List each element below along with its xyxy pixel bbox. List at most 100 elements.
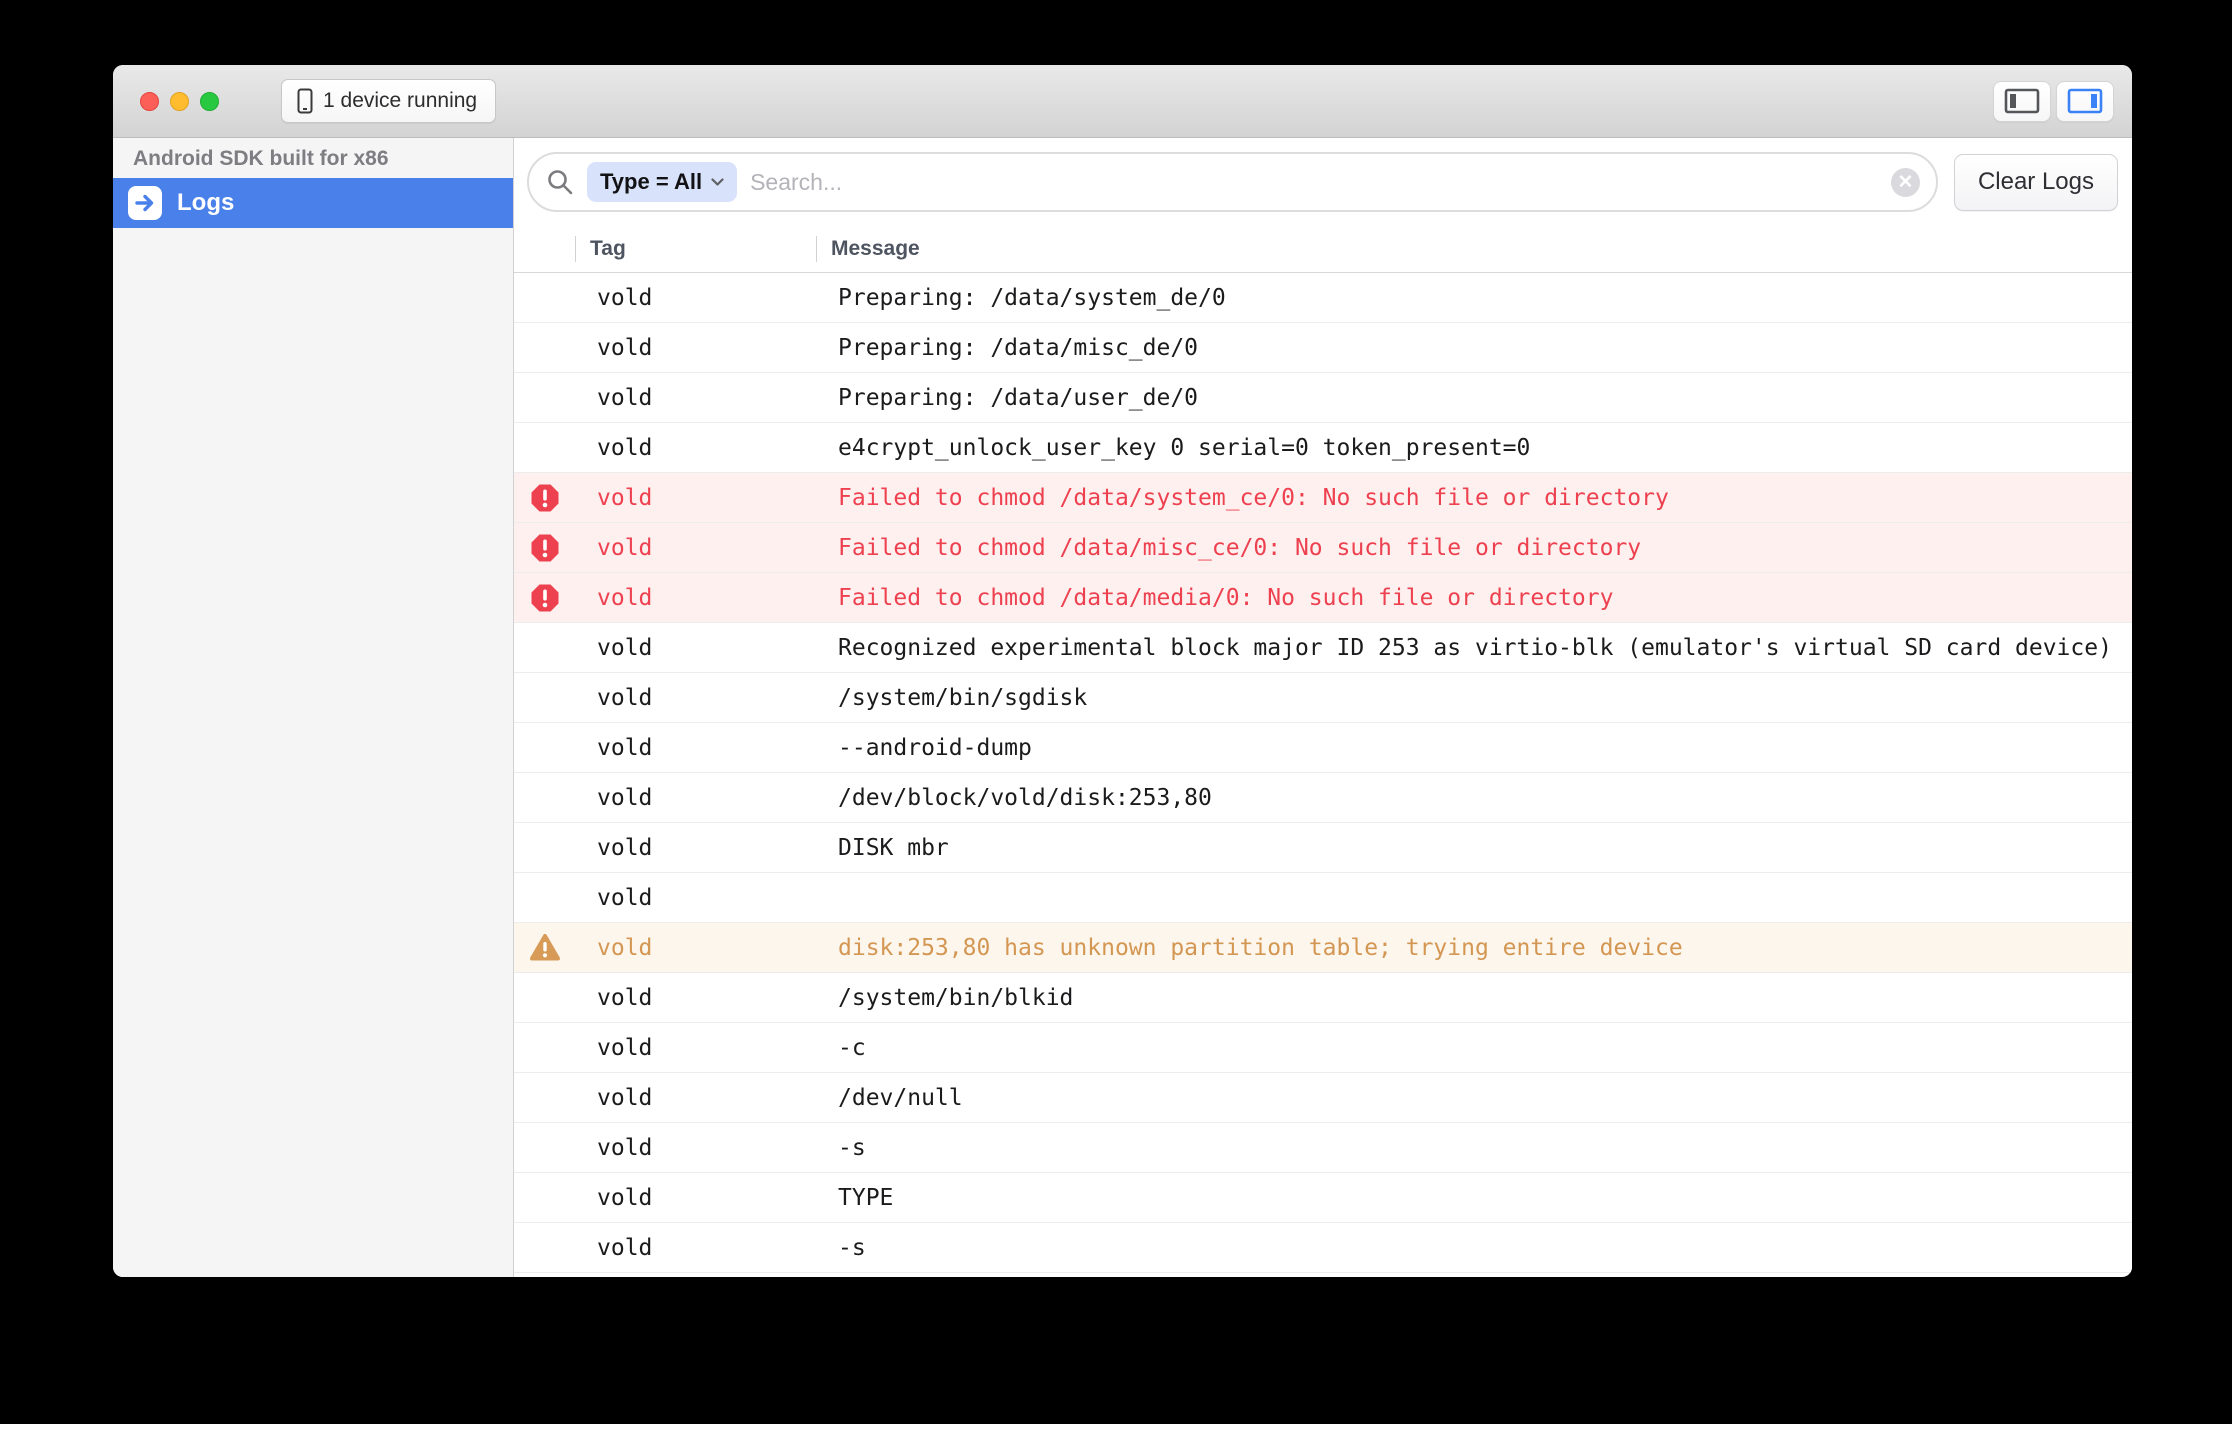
log-row[interactable]: vold/dev/block/vold/disk:253,80: [514, 773, 2132, 823]
log-tag: vold: [575, 935, 816, 961]
app-window: 1 device running: [113, 65, 2132, 1277]
log-message: Preparing: /data/system_de/0: [816, 285, 2132, 311]
log-row[interactable]: voldPreparing: /data/misc_de/0: [514, 323, 2132, 373]
log-tag: vold: [575, 385, 816, 411]
log-row[interactable]: vold--android-dump: [514, 723, 2132, 773]
log-toolbar: Type = All Search... ✕ Clear Logs: [514, 138, 2132, 226]
close-button[interactable]: [140, 92, 159, 111]
log-row[interactable]: vold/system/bin/blkid: [514, 973, 2132, 1023]
log-tag: vold: [575, 1135, 816, 1161]
log-message: TYPE: [816, 1185, 2132, 1211]
error-icon: [514, 473, 575, 522]
left-panel-icon: [2004, 88, 2040, 114]
column-header-tag[interactable]: Tag: [575, 226, 816, 272]
row-icon-cell: [514, 1073, 575, 1122]
row-icon-cell: [514, 373, 575, 422]
phone-icon: [296, 87, 314, 115]
row-icon-cell: [514, 973, 575, 1022]
log-tag: vold: [575, 535, 816, 561]
log-message: Preparing: /data/misc_de/0: [816, 335, 2132, 361]
log-message: -s: [816, 1235, 2132, 1261]
right-panel-icon: [2067, 88, 2103, 114]
log-tag: vold: [575, 485, 816, 511]
log-tag: vold: [575, 1185, 816, 1211]
log-tag: vold: [575, 1235, 816, 1261]
column-header-message[interactable]: Message: [816, 226, 2132, 272]
log-tag: vold: [575, 685, 816, 711]
log-pane: Type = All Search... ✕ Clear Logs: [514, 138, 2132, 1277]
log-row[interactable]: vold/system/bin/sgdisk: [514, 673, 2132, 723]
row-icon-cell: [514, 623, 575, 672]
row-icon-cell: [514, 723, 575, 772]
log-message: /system/bin/sgdisk: [816, 685, 2132, 711]
row-icon-cell: [514, 1223, 575, 1272]
zoom-button[interactable]: [200, 92, 219, 111]
log-message: --android-dump: [816, 735, 2132, 761]
log-message: Failed to chmod /data/media/0: No such f…: [816, 585, 2132, 611]
clear-logs-button[interactable]: Clear Logs: [1954, 154, 2118, 211]
log-row[interactable]: vold: [514, 873, 2132, 923]
log-message: Failed to chmod /data/misc_ce/0: No such…: [816, 535, 2132, 561]
row-icon-cell: [514, 1123, 575, 1172]
type-filter-token[interactable]: Type = All: [587, 162, 737, 202]
log-row[interactable]: voldTYPE: [514, 1173, 2132, 1223]
log-message: e4crypt_unlock_user_key 0 serial=0 token…: [816, 435, 2132, 461]
log-tag: vold: [575, 285, 816, 311]
chevron-down-icon: [711, 178, 724, 187]
log-tag: vold: [575, 735, 816, 761]
log-message: /system/bin/blkid: [816, 985, 2132, 1011]
log-row[interactable]: volddisk:253,80 has unknown partition ta…: [514, 923, 2132, 973]
sidebar-item-logs[interactable]: Logs: [113, 178, 513, 228]
titlebar: 1 device running: [113, 65, 2132, 138]
log-row[interactable]: vold/dev/null: [514, 1073, 2132, 1123]
search-placeholder: Search...: [750, 169, 1878, 196]
log-tag: vold: [575, 335, 816, 361]
log-tag: vold: [575, 635, 816, 661]
error-icon: [514, 523, 575, 572]
clear-logs-label: Clear Logs: [1978, 168, 2094, 196]
minimize-button[interactable]: [170, 92, 189, 111]
log-message: disk:253,80 has unknown partition table;…: [816, 935, 2132, 961]
log-tag: vold: [575, 585, 816, 611]
sidebar: Android SDK built for x86 Logs: [113, 138, 514, 1277]
search-field[interactable]: Type = All Search... ✕: [527, 152, 1938, 212]
log-row[interactable]: vold-s: [514, 1223, 2132, 1273]
log-row[interactable]: vold-s: [514, 1123, 2132, 1173]
log-message: Failed to chmod /data/system_ce/0: No su…: [816, 485, 2132, 511]
row-icon-cell: [514, 1173, 575, 1222]
error-icon: [514, 573, 575, 622]
log-message: DISK mbr: [816, 835, 2132, 861]
row-icon-cell: [514, 873, 575, 922]
window-controls: [140, 92, 219, 111]
row-icon-cell: [514, 823, 575, 872]
left-panel-toggle-button[interactable]: [1993, 81, 2051, 122]
clear-search-icon[interactable]: ✕: [1891, 168, 1920, 197]
device-running-button[interactable]: 1 device running: [281, 79, 496, 123]
panel-toggle-group: [1993, 81, 2114, 122]
log-row[interactable]: volde4crypt_unlock_user_key 0 serial=0 t…: [514, 423, 2132, 473]
row-icon-cell: [514, 273, 575, 322]
log-tag: vold: [575, 885, 816, 911]
row-icon-cell: [514, 673, 575, 722]
log-row[interactable]: voldFailed to chmod /data/media/0: No su…: [514, 573, 2132, 623]
log-row[interactable]: voldPreparing: /data/system_de/0: [514, 273, 2132, 323]
log-row[interactable]: voldFailed to chmod /data/system_ce/0: N…: [514, 473, 2132, 523]
log-row[interactable]: vold-c: [514, 1023, 2132, 1073]
log-row[interactable]: voldDISK mbr: [514, 823, 2132, 873]
log-tag: vold: [575, 435, 816, 461]
row-icon-cell: [514, 773, 575, 822]
right-panel-toggle-button[interactable]: [2056, 81, 2114, 122]
log-message: Preparing: /data/user_de/0: [816, 385, 2132, 411]
warning-icon: [514, 923, 575, 972]
type-filter-label: Type = All: [600, 169, 702, 195]
log-row[interactable]: voldRecognized experimental block major …: [514, 623, 2132, 673]
log-tag: vold: [575, 985, 816, 1011]
log-row[interactable]: voldFailed to chmod /data/misc_ce/0: No …: [514, 523, 2132, 573]
log-message: Recognized experimental block major ID 2…: [816, 635, 2132, 661]
row-icon-cell: [514, 1023, 575, 1072]
row-icon-cell: [514, 323, 575, 372]
screen-bottom-strip: [0, 1424, 2232, 1436]
log-message: /dev/block/vold/disk:253,80: [816, 785, 2132, 811]
logs-arrow-icon: [128, 186, 162, 220]
log-row[interactable]: voldPreparing: /data/user_de/0: [514, 373, 2132, 423]
